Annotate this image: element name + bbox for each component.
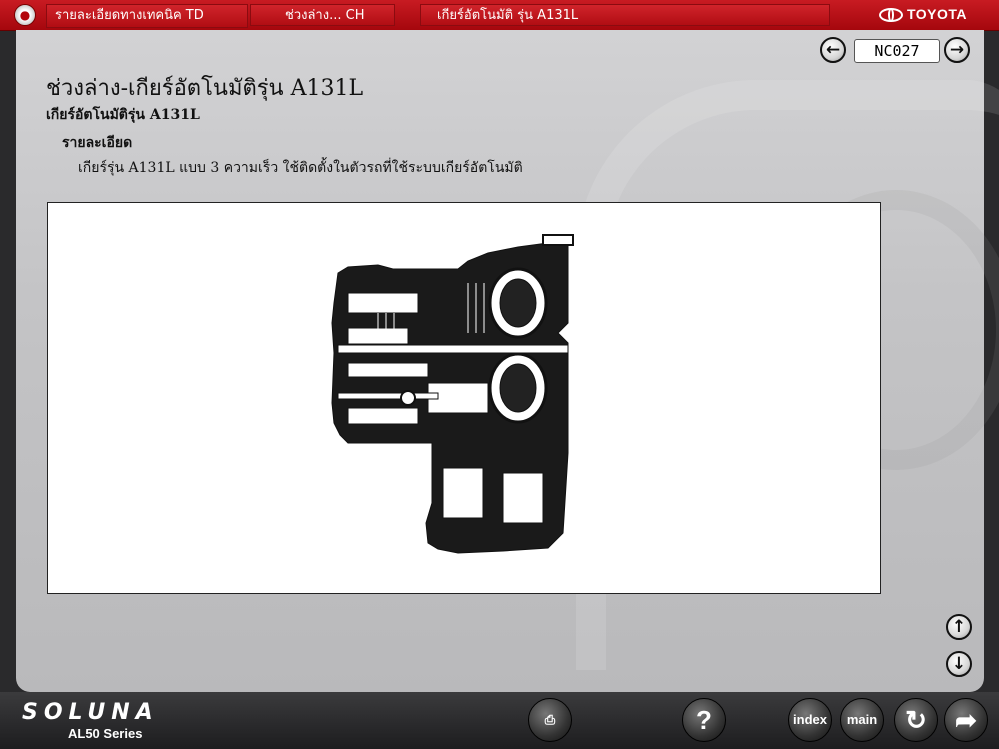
page-title: ช่วงล่าง-เกียร์อัตโนมัติรุ่น A131L — [46, 76, 364, 101]
transmission-cutaway-diagram — [331, 234, 574, 554]
back-button[interactable]: ↻ — [894, 698, 938, 742]
toyota-logo-icon — [878, 8, 903, 22]
main-button[interactable]: main — [840, 698, 884, 742]
exit-icon: ➦ — [955, 705, 977, 735]
breadcrumb-chassis[interactable]: ช่วงล่าง... CH — [250, 4, 395, 26]
back-icon: ↻ — [905, 705, 927, 735]
model-name: SOLUNA — [22, 700, 159, 725]
index-button[interactable]: index — [788, 698, 832, 742]
help-button[interactable]: ? — [682, 698, 726, 742]
page-code: NC027 — [854, 39, 940, 63]
print-icon: ⎙ — [544, 712, 556, 727]
top-navigation-bar: ● รายละเอียดทางเทคนิค TD ช่วงล่าง... CH … — [0, 0, 999, 31]
transmission-figure — [47, 202, 881, 594]
page-subtitle: เกียร์อัตโนมัติรุ่น A131L — [46, 107, 200, 123]
arrow-down-icon[interactable]: ↓ — [946, 651, 972, 677]
section-heading: รายละเอียด — [62, 135, 133, 151]
model-series: AL50 Series — [68, 726, 143, 741]
breadcrumb-automatic-transmission[interactable]: เกียร์อัตโนมัติ รุ่น A131L — [420, 4, 830, 26]
arrow-right-icon[interactable]: → — [944, 37, 970, 63]
arrow-up-icon[interactable]: ↑ — [946, 614, 972, 640]
toyota-brand: TOYOTA — [878, 6, 967, 22]
print-button[interactable]: ⎙ — [528, 698, 572, 742]
brand-label: TOYOTA — [906, 6, 967, 22]
description-text: เกียร์รุ่น A131L แบบ 3 ความเร็ว ใช้ติดตั… — [78, 160, 523, 176]
exit-button[interactable]: ➦ — [944, 698, 988, 742]
arrow-left-icon[interactable]: ← — [820, 37, 846, 63]
home-icon[interactable]: ● — [14, 4, 36, 26]
breadcrumb-technical-details[interactable]: รายละเอียดทางเทคนิค TD — [46, 4, 248, 28]
